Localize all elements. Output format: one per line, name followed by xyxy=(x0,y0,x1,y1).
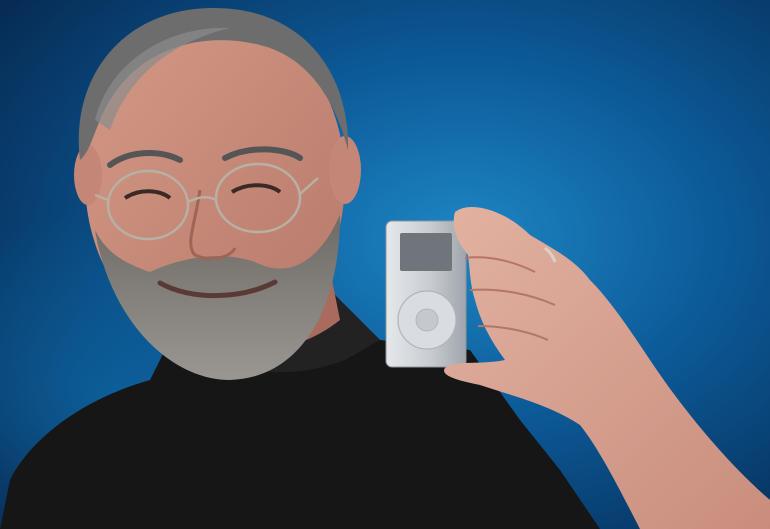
device-screen xyxy=(400,233,452,271)
photo-illustration xyxy=(0,0,770,529)
photo xyxy=(0,0,770,529)
mp3-player xyxy=(385,220,467,368)
